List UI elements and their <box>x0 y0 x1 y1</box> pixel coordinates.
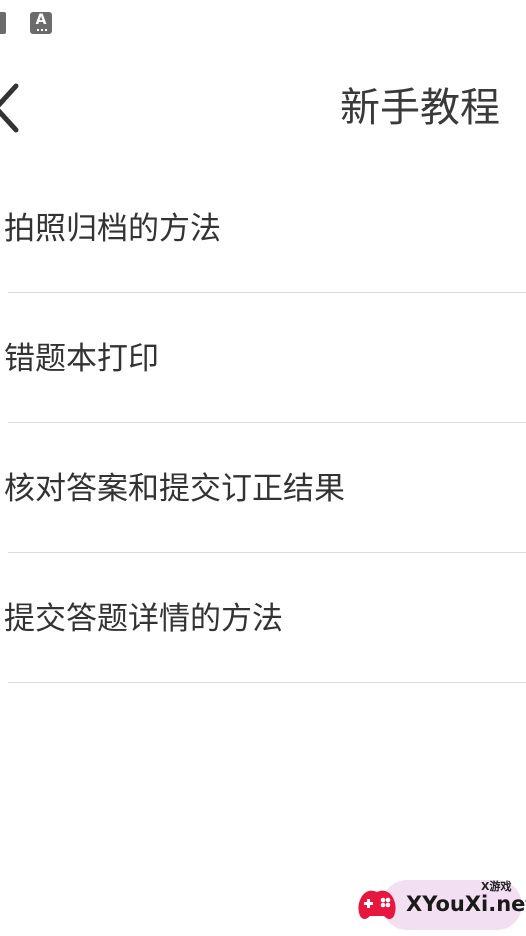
tutorial-item-check-answers[interactable]: 核对答案和提交订正结果 <box>4 423 526 553</box>
watermark-big-text: XYouXi.net <box>406 892 526 916</box>
tutorial-item-submit-details[interactable]: 提交答题详情的方法 <box>4 553 526 683</box>
tutorial-item-photo-archive[interactable]: 拍照归档的方法 <box>4 163 526 293</box>
gamepad-logo-icon <box>358 890 396 919</box>
tutorial-item-label: 拍照归档的方法 <box>4 211 221 247</box>
tutorial-item-label: 错题本打印 <box>4 341 159 377</box>
chevron-left-icon <box>0 83 19 133</box>
back-button[interactable] <box>0 80 26 136</box>
notification-icon <box>0 12 6 34</box>
status-bar: A <box>0 0 526 48</box>
header-bar: 新手教程 <box>0 56 526 156</box>
tutorial-item-label: 提交答题详情的方法 <box>4 601 283 637</box>
tutorial-list: 拍照归档的方法 错题本打印 核对答案和提交订正结果 提交答题详情的方法 <box>0 163 526 683</box>
tutorial-screen: A 新手教程 拍照归档的方法 错题本打印 核对答案和提交订正结果 提交答题详情的… <box>0 0 526 936</box>
tutorial-item-print-mistakes[interactable]: 错题本打印 <box>4 293 526 423</box>
a-icon-dots <box>37 29 47 33</box>
page-title: 新手教程 <box>340 85 500 131</box>
a-icon-glyph: A <box>35 12 47 28</box>
watermark-logo: X游戏 XYouXi.net <box>354 876 526 934</box>
accessibility-a-icon: A <box>30 12 52 34</box>
tutorial-item-label: 核对答案和提交订正结果 <box>4 471 345 507</box>
